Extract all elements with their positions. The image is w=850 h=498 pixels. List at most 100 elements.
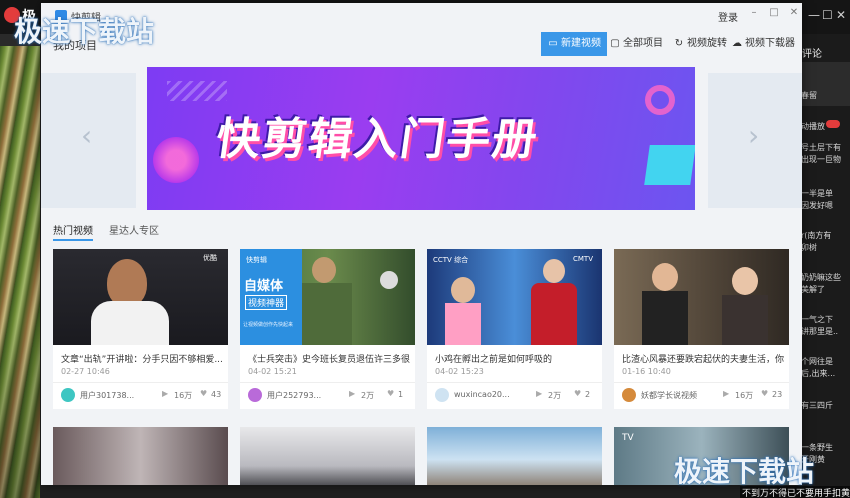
site-watermark: 极速下载站 [674, 455, 815, 488]
bg-comments-tab[interactable]: 评论 [802, 45, 822, 60]
child-outfit [445, 303, 481, 345]
host-figure [543, 259, 565, 283]
video-card[interactable]: 比渣心风暴还要跌宕起伏的夫妻生活，你... 01-16 10:40 妖都学长说视… [614, 249, 789, 409]
badge-line: 自媒体 [244, 279, 284, 294]
clapperboard-icon [644, 145, 695, 185]
card-title[interactable]: 小鸡在孵出之前是如何呼吸的 [435, 352, 597, 365]
avatar[interactable] [435, 388, 449, 402]
card-likes: 23 [772, 390, 783, 399]
scissors-icon [645, 85, 675, 115]
man-figure [652, 263, 678, 291]
bg-snippet[interactable]: 一半是单 [801, 188, 849, 199]
video-thumbnail[interactable]: 优酷 [53, 249, 228, 345]
video-card[interactable]: 优酷 文章“出轨”开讲啦：分手只因不够相爱... 02-27 10:46 用户3… [53, 249, 228, 409]
card-views: 16万 [174, 391, 193, 400]
card-date: 01-16 10:40 [622, 367, 671, 376]
bg-snippet[interactable]: 有三四斤 [801, 400, 849, 411]
woman-figure [732, 267, 758, 295]
video-downloader-label: 视频下载器 [745, 38, 795, 49]
new-video-label: 新建视频 [561, 38, 601, 49]
bg-snippet[interactable]: 讲那里是.. [801, 326, 849, 337]
video-thumbnail[interactable]: CCTV 综合 CMTV [427, 249, 602, 345]
tab-hot-videos[interactable]: 热门视频 [53, 222, 93, 241]
card-user[interactable]: 用户301738... [80, 390, 134, 401]
heart-icon[interactable]: ♥ [387, 389, 394, 398]
card-title[interactable]: 文章“出轨”开讲啦：分手只因不够相爱... [61, 352, 223, 365]
folder-icon: ▢ [610, 38, 620, 49]
site-watermark: 极速下载站 [14, 15, 155, 48]
project-dialog: 快剪辑 登录 – □ ✕ 我的项目 ▭ 新建视频 ▢ 全部项目 ↻ 视频旋转 ☁ 视频下… [41, 3, 802, 485]
video-rotate-button[interactable]: ↻ 视频旋转 [673, 32, 727, 56]
banner-image[interactable]: 快剪辑入门手册 [147, 67, 695, 210]
bg-snippet[interactable]: r(南方有 [801, 230, 849, 241]
video-card[interactable] [427, 427, 602, 485]
soldier-uniform [302, 283, 352, 345]
background-video-frame [0, 46, 40, 498]
thumb-watermark: 优酷 [203, 254, 217, 262]
bg-close-button[interactable]: ✕ [836, 8, 846, 22]
video-rotate-label: 视频旋转 [687, 38, 727, 49]
bg-snippet[interactable]: 因发好嗯 [801, 200, 849, 211]
bg-snippet[interactable]: 奶奶嘛这些 [801, 272, 849, 283]
card-date: 04-02 15:23 [435, 367, 484, 376]
bg-snippet[interactable]: 号土层下有 [801, 142, 849, 153]
video-card[interactable]: CCTV 综合 CMTV 小鸡在孵出之前是如何呼吸的 04-02 15:23 w… [427, 249, 602, 409]
card-title[interactable]: 比渣心风暴还要跌宕起伏的夫妻生活，你... [622, 352, 784, 365]
card-user[interactable]: 妖都学长说视频 [641, 390, 697, 401]
heart-icon[interactable]: ♥ [200, 389, 207, 398]
maximize-button[interactable]: □ [767, 7, 781, 18]
card-likes: 43 [211, 390, 222, 399]
close-button[interactable]: ✕ [787, 7, 801, 18]
banner-decoration [167, 81, 227, 101]
chevron-left-icon[interactable]: ‹ [81, 119, 92, 152]
avatar[interactable] [61, 388, 75, 402]
play-icon: ▶ [349, 389, 356, 398]
woman-outfit [722, 295, 768, 345]
chevron-right-icon[interactable]: › [748, 119, 759, 152]
badge-line: 让视频做创作先快起来 [243, 322, 294, 328]
card-divider [614, 382, 789, 383]
person-figure [107, 259, 147, 307]
heart-icon[interactable]: ♥ [574, 389, 581, 398]
card-user[interactable]: wuxincao20... [454, 390, 510, 399]
bg-snippet[interactable]: 美解了 [801, 284, 849, 295]
bg-maximize-button[interactable]: ☐ [822, 8, 833, 22]
badge-line: 快剪辑 [246, 256, 267, 264]
dialog-title-bar[interactable]: 快剪辑 登录 – □ ✕ [41, 3, 802, 33]
card-date: 02-27 10:46 [61, 367, 110, 376]
heart-icon[interactable]: ♥ [761, 389, 768, 398]
minimize-button[interactable]: – [747, 7, 761, 18]
avatar[interactable] [248, 388, 262, 402]
all-projects-button[interactable]: ▢ 全部项目 [609, 32, 663, 56]
video-card[interactable]: 快剪辑 自媒体 视频神器 让视频做创作先快起来 《士兵突击》史今班长复员退伍许三… [240, 249, 415, 409]
video-card[interactable] [240, 427, 415, 485]
card-likes: 2 [585, 390, 591, 399]
new-video-button[interactable]: ▭ 新建视频 [541, 32, 607, 56]
bg-snippet[interactable]: 出现一巨物 [801, 154, 849, 165]
card-divider [427, 382, 602, 383]
bg-snippet[interactable]: 后,出来... [801, 368, 849, 379]
tab-star-creators[interactable]: 星达人专区 [109, 222, 159, 237]
bg-snippet[interactable]: 卯树 [801, 242, 849, 253]
host-dress [531, 283, 577, 345]
card-title[interactable]: 《士兵突击》史今班长复员退伍许三多很... [248, 352, 410, 365]
video-card[interactable] [53, 427, 228, 485]
bg-snippet[interactable]: 个网往是 [801, 356, 849, 367]
thumb-watermark: CCTV 综合 [433, 256, 469, 264]
bg-autoplay-toggle[interactable] [826, 120, 840, 128]
video-downloader-button[interactable]: ☁ 视频下载器 [731, 32, 795, 56]
video-thumbnail[interactable]: 快剪辑 自媒体 视频神器 让视频做创作先快起来 [240, 249, 415, 345]
banner-carousel: ‹ › 快剪辑入门手册 [41, 67, 802, 213]
video-thumbnail[interactable] [614, 249, 789, 345]
badge-line: 视频神器 [245, 295, 288, 310]
card-divider [240, 382, 415, 383]
soldier-figure [312, 257, 336, 283]
play-icon: ▶ [723, 389, 730, 398]
bg-snippet[interactable]: 一气之下 [801, 314, 849, 325]
login-link[interactable]: 登录 [718, 9, 738, 24]
avatar[interactable] [622, 388, 636, 402]
bg-minimize-button[interactable]: — [808, 8, 820, 22]
card-user[interactable]: 用户252793... [267, 390, 321, 401]
all-projects-label: 全部项目 [623, 38, 663, 49]
banner-title: 快剪辑入门手册 [212, 114, 542, 165]
